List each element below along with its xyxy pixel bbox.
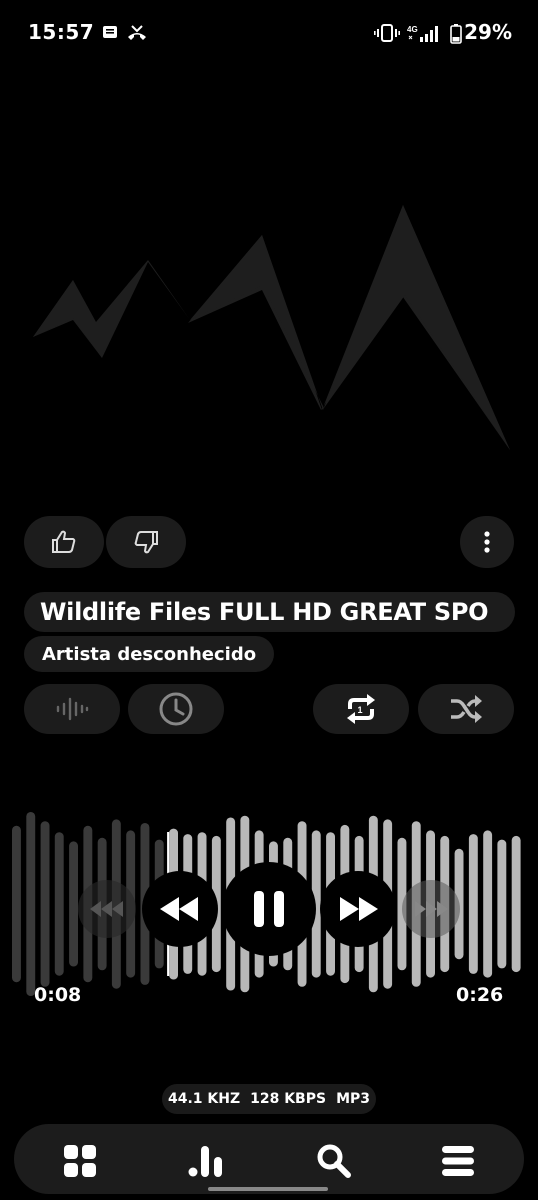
nav-menu-button[interactable] — [436, 1141, 480, 1181]
menu-icon — [442, 1146, 474, 1176]
missed-call-icon — [128, 25, 146, 40]
bitrate: 128 KBPS — [250, 1091, 327, 1107]
waveform-bar — [483, 830, 493, 978]
fast-forward-icon — [340, 897, 378, 921]
pause-icon — [254, 891, 284, 927]
audio-info-pill: 44.1 KHZ 128 KBPS MP3 — [162, 1084, 376, 1114]
signal-icon: 4G — [407, 25, 438, 42]
waveform-bar — [69, 841, 78, 967]
waveform-bar — [26, 812, 36, 996]
more-options-button[interactable] — [460, 516, 514, 568]
equalizer-button[interactable] — [24, 684, 120, 734]
waveform-icon — [56, 697, 89, 721]
rewind-icon — [160, 897, 198, 921]
thumbs-down-icon — [134, 531, 158, 554]
like-button[interactable] — [24, 516, 104, 568]
battery-icon — [450, 24, 462, 44]
notification-icon — [103, 26, 117, 38]
search-icon — [317, 1144, 351, 1178]
track-title-pill: Wildlife Files FULL HD GREAT SPO — [24, 592, 515, 632]
battery-percent: 29% — [464, 20, 512, 44]
sample-rate: 44.1 KHZ — [167, 1091, 241, 1107]
bottom-navigation — [14, 1124, 524, 1194]
bars-chart-icon — [188, 1146, 222, 1177]
svg-text:4G: 4G — [407, 25, 418, 34]
waveform-bar — [12, 825, 21, 983]
status-time: 15:57 — [28, 20, 95, 44]
repeat-one-icon: 1 — [347, 694, 375, 724]
nav-library-button[interactable] — [60, 1141, 100, 1181]
waveform-bar — [40, 821, 50, 987]
svg-text:1: 1 — [358, 705, 363, 715]
remaining-time: 0:26 — [456, 984, 504, 1006]
skip-previous-icon — [90, 901, 123, 917]
shuffle-button[interactable] — [418, 684, 514, 734]
track-title: Wildlife Files FULL HD GREAT SPO — [40, 598, 489, 626]
next-track-button[interactable] — [402, 880, 460, 938]
album-artwork — [33, 205, 510, 450]
dislike-button[interactable] — [106, 516, 186, 568]
home-indicator — [208, 1187, 328, 1191]
nav-search-button[interactable] — [312, 1141, 356, 1181]
artist-name: Artista desconhecido — [42, 643, 257, 665]
grid-icon — [64, 1145, 96, 1177]
skip-next-icon — [415, 901, 448, 917]
fast-forward-button[interactable] — [320, 871, 396, 947]
waveform-bar — [54, 832, 64, 976]
waveform-bar — [511, 835, 521, 973]
artist-pill[interactable]: Artista desconhecido — [24, 636, 275, 672]
thumbs-up-icon — [52, 530, 76, 553]
vibrate-icon — [374, 24, 400, 42]
waveform-bar — [497, 839, 507, 969]
sleep-timer-button[interactable] — [128, 684, 224, 734]
rewind-button[interactable] — [142, 871, 218, 947]
clock-icon — [159, 692, 193, 726]
more-vertical-icon — [484, 531, 490, 553]
repeat-button[interactable]: 1 — [313, 684, 409, 734]
audio-format: MP3 — [336, 1091, 371, 1107]
nav-now-playing-button[interactable] — [185, 1141, 229, 1181]
previous-track-button[interactable] — [78, 880, 136, 938]
status-bar: 15:57 4G 29% — [0, 0, 538, 70]
waveform-bar — [468, 834, 478, 974]
shuffle-icon — [451, 695, 482, 723]
pause-button[interactable] — [222, 862, 316, 956]
elapsed-time: 0:08 — [34, 984, 82, 1006]
